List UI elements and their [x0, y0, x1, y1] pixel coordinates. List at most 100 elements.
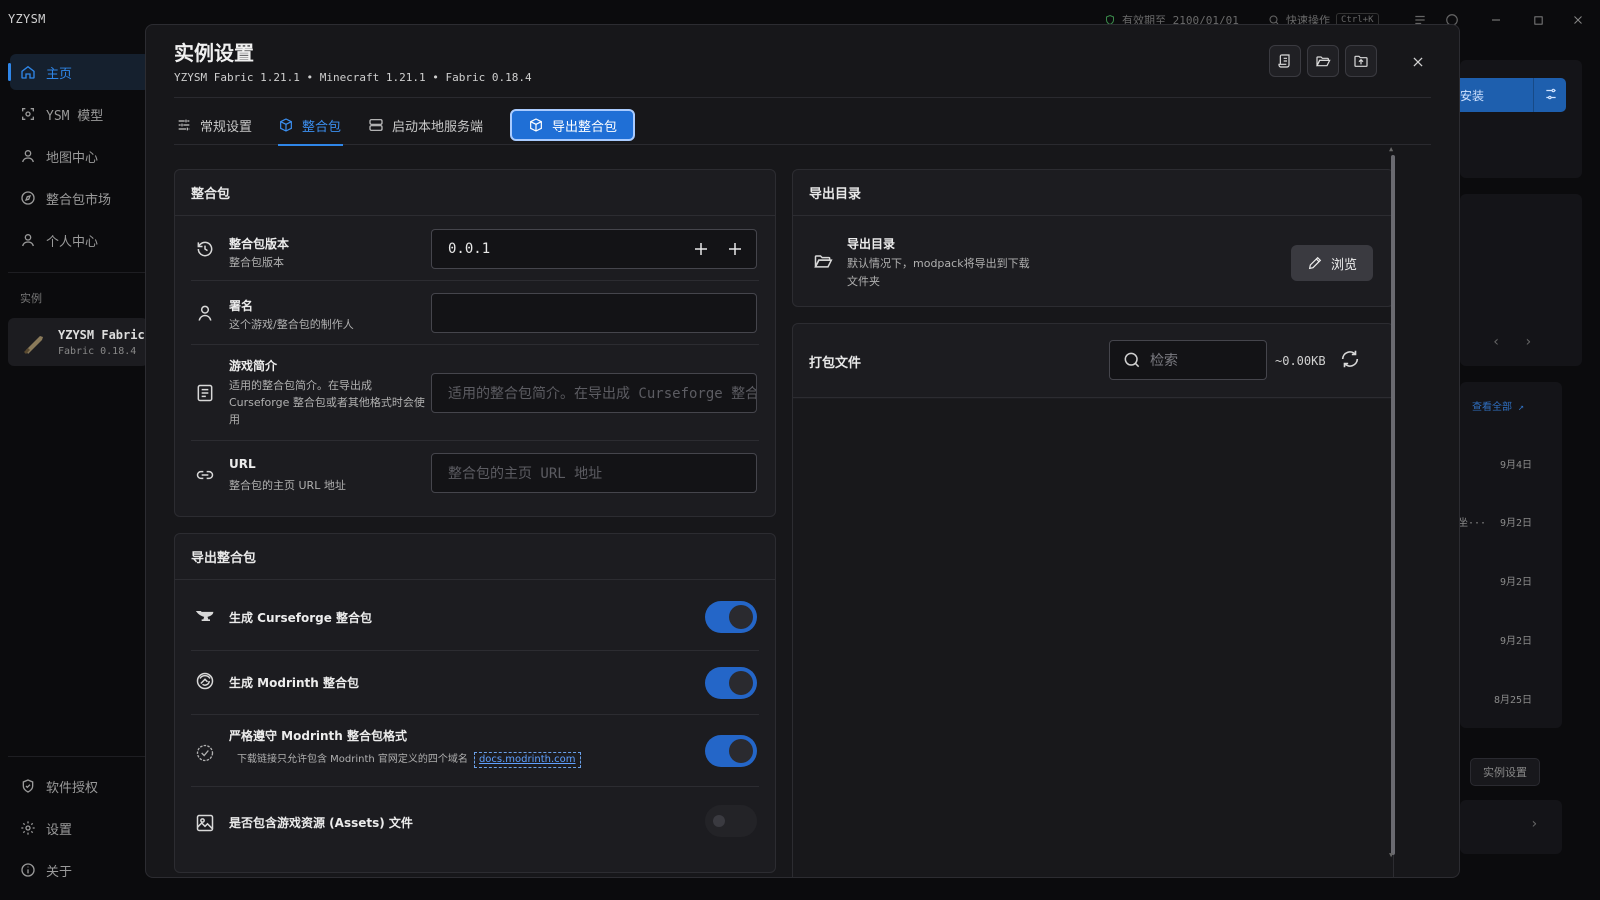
export-card: 导出整合包 生成 Curseforge 整合包 生成 Modrinth 整合包 …: [174, 533, 776, 873]
list-date: 8月25日: [1494, 695, 1533, 706]
search-icon: [1122, 350, 1142, 370]
compass-icon: [20, 190, 36, 206]
dialog-close-button[interactable]: [1407, 51, 1429, 73]
strict-modrinth-toggle[interactable]: [705, 735, 757, 767]
pack-files-tree[interactable]: [793, 399, 1393, 877]
user-icon: [195, 303, 215, 323]
package-icon: [278, 117, 294, 133]
tab-local-server[interactable]: 启动本地服务端: [368, 105, 483, 145]
dialog-scrollbar-thumb[interactable]: [1391, 155, 1395, 855]
summary-input[interactable]: 适用的整合包简介。在导出成 Curseforge 整合包或者其他格式时会使用: [431, 373, 757, 413]
chevron-left-icon[interactable]: ‹: [1492, 334, 1500, 350]
settings-tabs: 常规设置 整合包 启动本地服务端 导出整合包: [174, 105, 1431, 146]
pack-files-search-input[interactable]: 检索: [1109, 340, 1267, 380]
minimize-icon[interactable]: [1486, 10, 1506, 30]
view-all-link[interactable]: 查看全部 ↗: [1472, 398, 1524, 413]
list-date: 9月2日: [1500, 577, 1533, 588]
plus-icon[interactable]: [692, 240, 710, 258]
document-list-icon: [195, 383, 215, 403]
check-circle-icon: [195, 743, 215, 763]
modpack-card-header: 整合包: [175, 170, 775, 216]
link-icon: [195, 465, 215, 485]
author-row: 署名 这个游戏/整合包的制作人: [191, 281, 759, 345]
gear-icon: [20, 820, 36, 836]
pack-files-title: 打包文件: [809, 356, 862, 371]
truncated-text: 坐···: [1458, 518, 1487, 529]
dialog-title: 实例设置: [174, 41, 254, 65]
log-button[interactable]: [1269, 45, 1301, 77]
assets-row: 是否包含游戏资源 (Assets) 文件: [191, 787, 759, 857]
list-date: 9月2日: [1500, 518, 1533, 529]
sidebar-item-modpack-market[interactable]: 整合包市场: [10, 180, 150, 216]
url-row: URL 整合包的主页 URL 地址 整合包的主页 URL 地址: [191, 441, 759, 513]
instance-settings-dialog: 实例设置 YZYSM Fabric 1.21.1 • Minecraft 1.2…: [145, 24, 1460, 878]
pack-files-size: ~0.00KB: [1275, 354, 1326, 368]
curseforge-toggle[interactable]: [705, 601, 757, 633]
summary-row: 游戏简介 适用的整合包简介。在导出成 Curseforge 整合包或者其他格式时…: [191, 345, 759, 441]
sword-icon: [20, 328, 48, 356]
info-icon: [20, 862, 36, 878]
tab-modpack[interactable]: 整合包: [278, 105, 344, 146]
author-input[interactable]: [431, 293, 757, 333]
close-icon: [1411, 55, 1425, 69]
sidebar-divider: [8, 272, 145, 273]
export-modpack-tab-button[interactable]: 导出整合包: [510, 109, 636, 141]
refresh-button[interactable]: [1339, 348, 1363, 372]
header-divider: [174, 97, 1431, 98]
sidebar-item-ysm-model[interactable]: YSM 模型: [10, 96, 150, 132]
sidebar-item-profile[interactable]: 个人中心: [10, 222, 150, 258]
tab-general[interactable]: 常规设置: [176, 105, 252, 145]
scroll-up-icon[interactable]: ▲: [1389, 145, 1393, 153]
modrinth-toggle[interactable]: [705, 667, 757, 699]
strict-modrinth-row: 严格遵守 Modrinth 整合包格式 下载链接只允许包含 Modrinth 官…: [191, 715, 759, 787]
version-stepper: [692, 230, 744, 268]
sidebar-divider: [8, 756, 145, 757]
package-icon: [528, 117, 544, 133]
chevron-right-icon[interactable]: ›: [1530, 816, 1538, 832]
filter-icon: [1544, 87, 1558, 101]
bg-panel-middle: [1460, 194, 1582, 366]
sidebar-item-settings[interactable]: 设置: [10, 810, 150, 846]
refresh-icon: [1339, 348, 1363, 370]
scroll-down-icon[interactable]: ▼: [1389, 851, 1393, 859]
home-icon: [20, 64, 36, 80]
open-folder-button[interactable]: [1307, 45, 1339, 77]
export-dir-row: 导出目录 默认情况下，modpack将导出到下载 文件夹 浏览: [809, 217, 1393, 305]
url-input[interactable]: 整合包的主页 URL 地址: [431, 453, 757, 493]
dialog-subtitle: YZYSM Fabric 1.21.1 • Minecraft 1.21.1 •…: [174, 71, 532, 84]
pack-files-card: 打包文件 检索 ~0.00KB: [792, 323, 1394, 877]
chevron-right-icon[interactable]: ›: [1524, 334, 1532, 350]
assets-toggle[interactable]: [705, 805, 757, 837]
folder-open-icon: [1315, 53, 1331, 69]
export-dir-card-header: 导出目录: [793, 170, 1393, 216]
history-icon: [195, 239, 215, 259]
list-date: 9月2日: [1500, 636, 1533, 647]
model-icon: [20, 106, 36, 122]
anvil-icon: [195, 607, 215, 625]
server-icon: [368, 117, 384, 133]
plus-icon[interactable]: [726, 240, 744, 258]
export-card-header: 导出整合包: [175, 534, 775, 580]
modpack-card: 整合包 整合包版本 整合包版本 0.0.1 署名 这个游戏/整合包的制作人 游戏…: [174, 169, 776, 517]
folder-open-icon: [813, 251, 833, 271]
version-input[interactable]: 0.0.1: [431, 229, 757, 269]
window-close-icon[interactable]: [1568, 10, 1588, 30]
sidebar-item-about[interactable]: 关于: [10, 852, 150, 888]
modrinth-row: 生成 Modrinth 整合包: [191, 651, 759, 715]
sidebar-item-map-center[interactable]: 地图中心: [10, 138, 150, 174]
app-title: YZYSM: [8, 12, 46, 26]
user-icon: [20, 232, 36, 248]
sidebar-item-license[interactable]: 软件授权: [10, 768, 150, 804]
image-icon: [195, 813, 215, 833]
shield-check-icon: [20, 778, 36, 794]
sidebar-section-instances: 实例: [20, 292, 42, 305]
browse-button[interactable]: 浏览: [1291, 245, 1373, 281]
modrinth-docs-link[interactable]: docs.modrinth.com: [473, 752, 581, 768]
pack-files-header: 打包文件 检索 ~0.00KB: [793, 324, 1393, 398]
version-row: 整合包版本 整合包版本 0.0.1: [191, 217, 759, 281]
instance-settings-button[interactable]: 实例设置: [1470, 758, 1540, 786]
maximize-icon[interactable]: [1528, 10, 1548, 30]
sidebar-item-home[interactable]: 主页: [8, 54, 150, 90]
export-folder-button[interactable]: [1345, 45, 1377, 77]
sidebar-instance-card[interactable]: YZYSM Fabric Fabric 0.18.4: [8, 318, 148, 366]
